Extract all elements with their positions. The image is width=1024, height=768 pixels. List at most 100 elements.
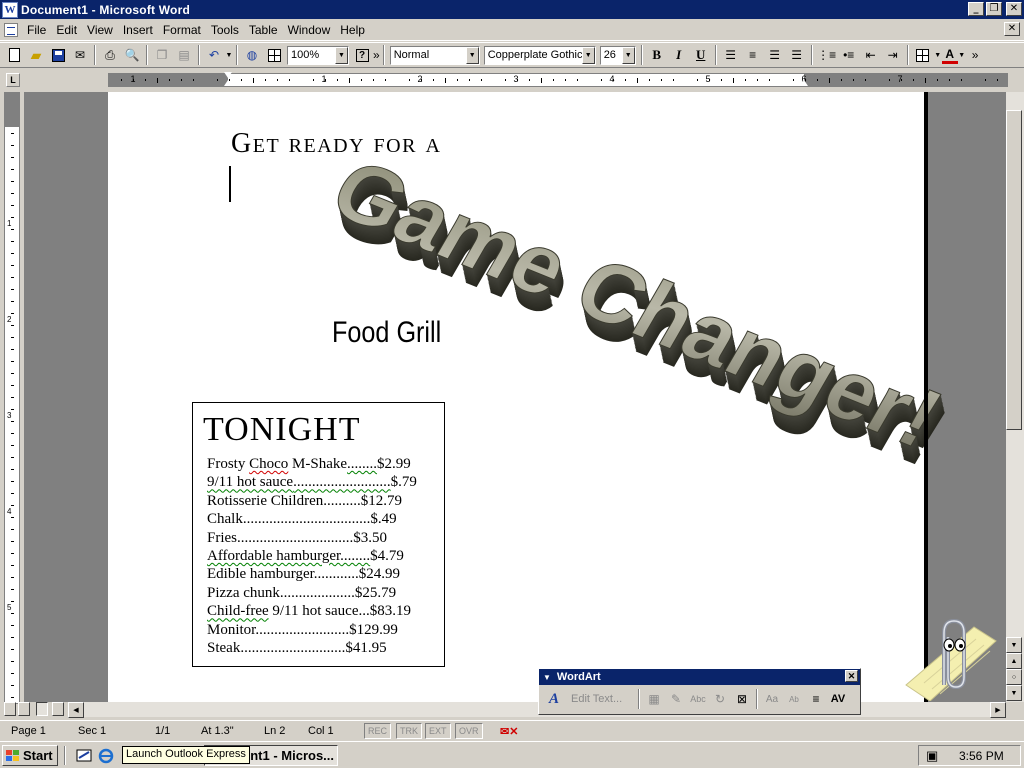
print-button[interactable]: ⎙ [99,44,121,66]
borders-dropdown-icon[interactable]: ▼ [934,52,942,59]
copy-button[interactable]: ❐ [151,44,173,66]
hanging-indent-marker[interactable] [224,80,232,86]
zoom-combo[interactable]: 100% ▼ [287,45,349,65]
right-indent-marker[interactable] [800,80,808,86]
justify-button[interactable]: ☰ [786,44,808,66]
internet-explorer-icon[interactable] [98,748,114,764]
align-center-button[interactable]: ≡ [742,44,764,66]
increase-indent-button[interactable]: ⇥ [882,44,904,66]
normal-view-button[interactable] [4,702,16,716]
vertical-scroll-thumb[interactable] [1006,110,1022,430]
menu-table[interactable]: Table [244,21,283,39]
toolbar-overflow-icon[interactable]: » [972,48,979,62]
toolbar-overflow-icon[interactable]: » [373,48,380,62]
italic-button[interactable]: I [668,44,690,66]
style-combo[interactable]: Normal ▼ [389,45,480,65]
document-page[interactable]: Get ready for a Game Changer! Game Change… [108,92,961,702]
menu-view[interactable]: View [82,21,118,39]
menu-format[interactable]: Format [158,21,206,39]
menu-insert[interactable]: Insert [118,21,158,39]
undo-dropdown-icon[interactable]: ▼ [225,52,233,59]
save-button[interactable] [47,44,69,66]
wordart-alignment-button[interactable]: ≡ [805,688,827,710]
paste-button[interactable]: ▤ [173,44,195,66]
spelling-status-icon[interactable]: ✉✕ [497,723,518,739]
menu-tools[interactable]: Tools [206,21,244,39]
document-area[interactable]: Get ready for a Game Changer! Game Change… [24,92,1006,702]
scroll-left-button[interactable]: ◀ [68,702,84,718]
borders-button[interactable] [912,44,934,66]
browse-next-button[interactable]: ▼ [1006,685,1022,701]
menu-window[interactable]: Window [283,21,336,39]
subtitle-text[interactable]: Food Grill [332,316,441,350]
font-combo[interactable]: Copperplate Gothic ▼ [483,45,596,65]
wordart-toolbar-close-button[interactable]: ✕ [845,670,858,682]
horizontal-ruler[interactable]: 1 1 2 3 4 5 6 7 [108,72,1008,87]
scroll-right-button[interactable]: ▶ [990,702,1006,718]
print-layout-view-button[interactable] [36,702,48,716]
status-rec[interactable]: REC [364,723,392,739]
status-ovr[interactable]: OVR [455,723,483,739]
vertical-ruler[interactable]: 1 2 3 4 5 [4,92,20,704]
font-color-button[interactable]: A [941,46,958,64]
chevron-down-icon[interactable]: ▼ [465,46,479,64]
title-bar[interactable]: W Document1 - Microsoft Word _ ❐ ✕ [0,0,1024,19]
text-wrapping-button[interactable]: ⊠ [731,688,753,710]
undo-button[interactable]: ↶ [203,44,225,66]
document-icon[interactable] [4,22,18,37]
align-left-button[interactable]: ☰ [720,44,742,66]
decrease-indent-button[interactable]: ⇤ [860,44,882,66]
help-button[interactable]: ? [351,44,373,66]
headline-text[interactable]: Get ready for a [231,128,441,160]
wordart-shape-button[interactable]: Abc [687,688,709,710]
start-button[interactable]: Start [2,745,58,766]
menu-help[interactable]: Help [335,21,370,39]
email-button[interactable]: ✉ [69,44,91,66]
font-color-dropdown-icon[interactable]: ▼ [958,52,966,59]
menu-edit[interactable]: Edit [51,21,82,39]
close-document-button[interactable]: ✕ [1004,22,1020,36]
menu-file[interactable]: File [22,21,51,39]
office-assistant-clippy[interactable] [904,615,998,701]
menu-text-box[interactable]: TONIGHT Frosty Choco M-Shake........$2.9… [192,402,445,667]
same-letter-heights-button[interactable]: Aa [761,688,783,710]
wordart-toolbar-title[interactable]: ▼ WordArt ✕ [539,669,860,685]
bold-button[interactable]: B [646,44,668,66]
chevron-down-icon[interactable]: ▼ [621,46,635,64]
vertical-scrollbar[interactable]: ▼ ▲ ○ ▼ [1006,92,1024,702]
wordart-gallery-button[interactable]: ▦ [643,688,665,710]
restore-button[interactable]: ❐ [986,2,1002,16]
wordart-game-changer[interactable]: Game Changer!Game Changer!Game Changer!G… [308,142,961,484]
outline-view-button[interactable] [52,702,64,716]
browse-previous-button[interactable]: ▲ [1006,653,1022,669]
web-toolbar-button[interactable]: ◍ [241,44,263,66]
underline-button[interactable]: U [690,44,712,66]
web-layout-view-button[interactable] [18,702,30,716]
table-button[interactable] [263,44,285,66]
align-right-button[interactable]: ☰ [764,44,786,66]
chevron-down-icon[interactable]: ▼ [335,46,348,64]
format-wordart-button[interactable]: ✎ [665,688,687,710]
select-browse-object-button[interactable]: ○ [1006,669,1022,685]
show-desktop-icon[interactable] [76,748,92,764]
status-ext[interactable]: EXT [425,723,451,739]
character-spacing-button[interactable]: AV [827,688,849,710]
free-rotate-button[interactable]: ↻ [709,688,731,710]
chevron-down-icon[interactable]: ▼ [581,46,595,64]
triangle-down-icon[interactable]: ▼ [543,673,551,682]
clock[interactable]: 3:56 PM [959,749,1004,763]
edit-text-button[interactable]: Edit Text... [565,693,635,705]
new-document-button[interactable] [3,44,25,66]
tray-scheduler-icon[interactable]: ▣ [926,748,938,764]
open-button[interactable]: ▰ [25,44,47,66]
vertical-text-button[interactable]: Ab [783,688,805,710]
scroll-down-button[interactable]: ▼ [1006,637,1022,653]
numbering-button[interactable]: ⋮≡ [816,44,838,66]
status-trk[interactable]: TRK [396,723,422,739]
minimize-button[interactable]: _ [968,2,984,16]
close-button[interactable]: ✕ [1006,2,1022,16]
first-line-indent-marker[interactable] [224,72,232,78]
print-preview-button[interactable]: 🔍 [121,44,143,66]
bullets-button[interactable]: •≡ [838,44,860,66]
tab-selector[interactable]: L [6,73,20,87]
